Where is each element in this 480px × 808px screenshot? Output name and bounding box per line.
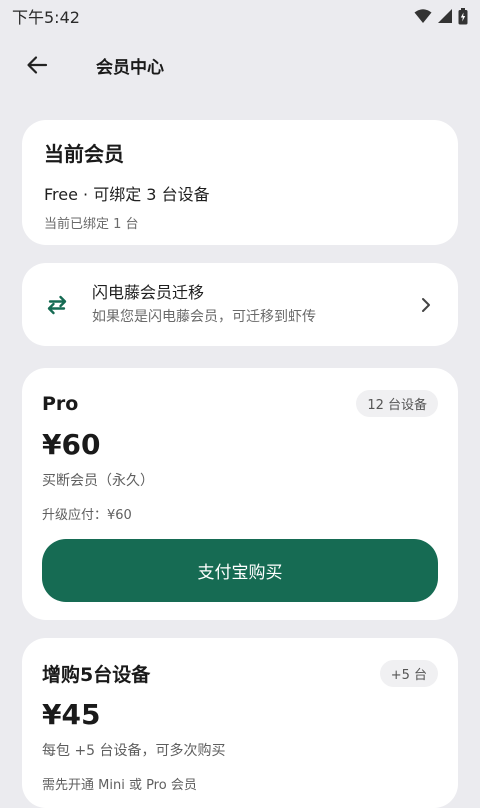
migration-text: 闪电藤会员迁移 如果您是闪电藤会员，可迁移到虾传	[92, 283, 416, 326]
plan-description: 买断会员（永久）	[42, 472, 154, 489]
swap-arrows-icon	[44, 295, 70, 315]
alipay-purchase-button[interactable]: 支付宝购买	[42, 538, 438, 602]
plan-price: ¥45	[42, 698, 101, 731]
plan-name: 增购5台设备	[42, 664, 151, 686]
battery-icon	[458, 7, 468, 24]
current-plan-text: Free · 可绑定 3 台设备	[44, 185, 210, 204]
status-icons	[414, 7, 468, 25]
wifi-icon	[414, 9, 432, 23]
chevron-right-icon	[416, 297, 436, 313]
current-membership-card: 当前会员 Free · 可绑定 3 台设备 当前已绑定 1 台	[22, 120, 458, 245]
plan-requirement-note: 需先开通 Mini 或 Pro 会员	[42, 777, 197, 793]
plan-price: ¥60	[42, 428, 101, 461]
migration-title: 闪电藤会员迁移	[92, 283, 205, 303]
plan-card-addon: 增购5台设备 +5 台 ¥45 每包 +5 台设备，可多次购买 需先开通 Min…	[22, 638, 458, 808]
device-count-badge: +5 台	[379, 660, 438, 687]
app-bar: 会员中心	[0, 40, 480, 90]
plan-description: 每包 +5 台设备，可多次购买	[42, 742, 226, 759]
migration-description: 如果您是闪电藤会员，可迁移到虾传	[92, 308, 316, 325]
signal-icon	[438, 9, 452, 23]
plan-header: 增购5台设备 +5 台	[42, 660, 438, 687]
plan-name: Pro	[42, 392, 79, 415]
plan-card-pro: Pro 12 台设备 ¥60 买断会员（永久） 升级应付：¥60 支付宝购买	[22, 368, 458, 620]
arrow-left-icon	[27, 56, 48, 74]
migration-card[interactable]: 闪电藤会员迁移 如果您是闪电藤会员，可迁移到虾传	[22, 263, 458, 346]
current-membership-title: 当前会员	[44, 142, 124, 166]
page-title: 会员中心	[96, 57, 164, 78]
status-time: 下午5:42	[12, 8, 80, 27]
plan-header: Pro 12 台设备	[42, 390, 438, 417]
back-button[interactable]	[12, 40, 62, 90]
device-count-badge: 12 台设备	[356, 390, 438, 417]
bound-devices-text: 当前已绑定 1 台	[44, 217, 139, 232]
upgrade-price-note: 升级应付：¥60	[42, 507, 132, 523]
status-bar: 下午5:42	[0, 0, 480, 32]
